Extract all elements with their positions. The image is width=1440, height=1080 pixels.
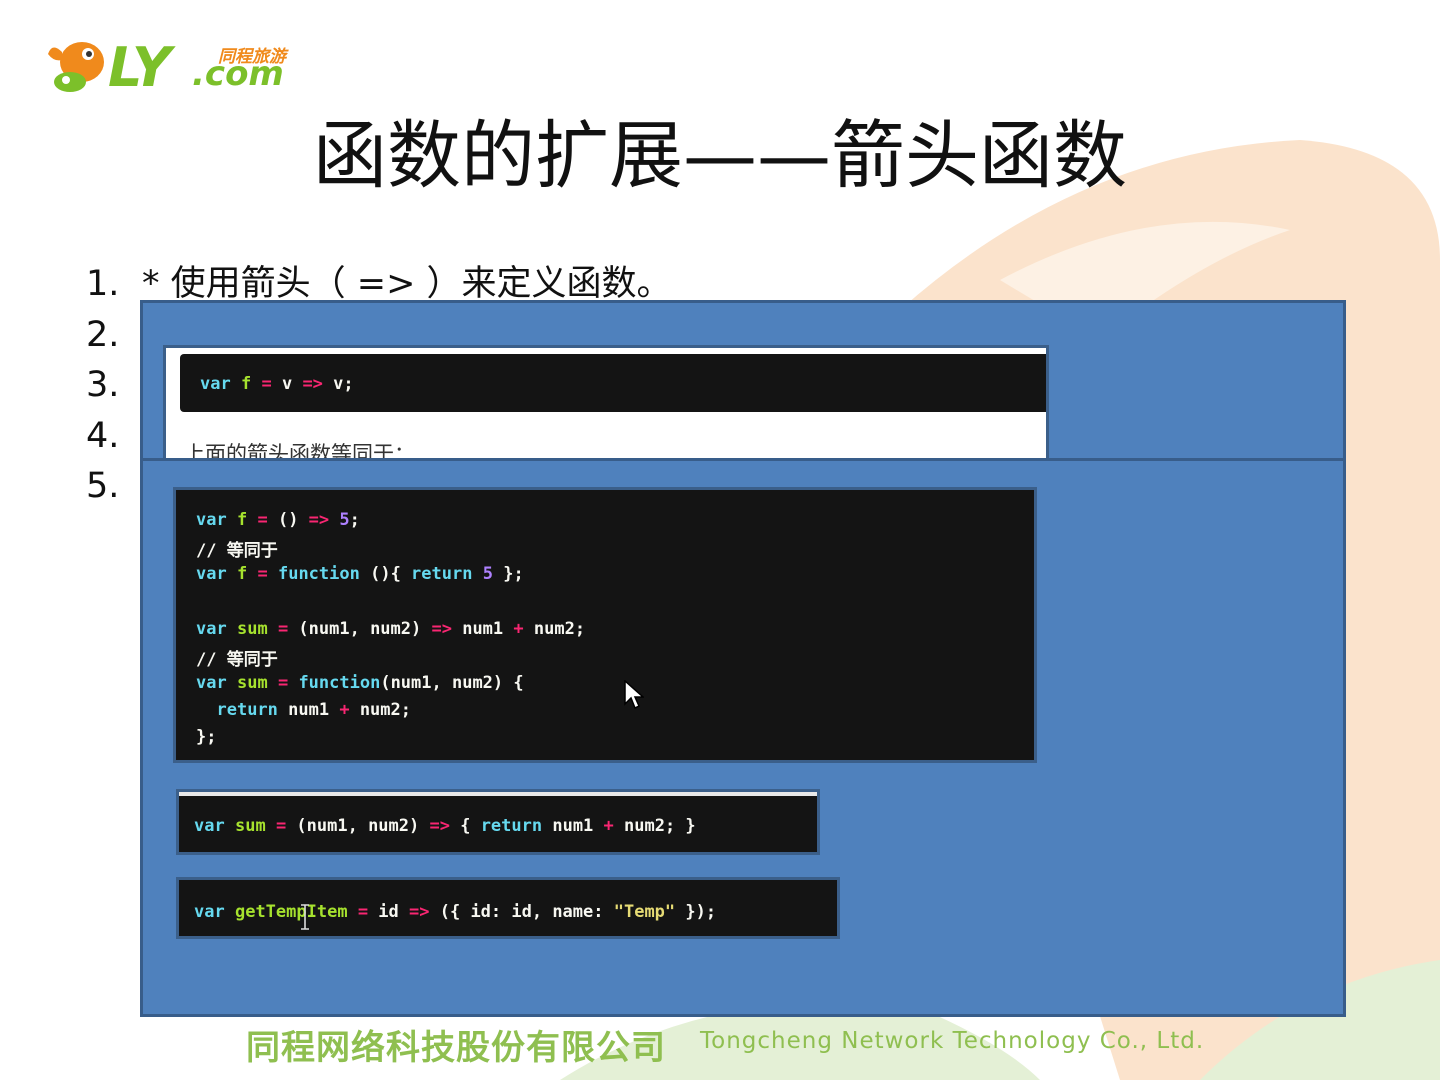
slide-title: 函数的扩展——箭头函数 [313,113,1127,199]
code-line: var sum = (num1, num2) => num1 + num2; [196,619,586,639]
divider [179,792,817,796]
code-comment: // 等同于 [196,650,278,670]
code-comment: // 等同于 [196,541,278,561]
code-line: var f = () => 5; [196,510,360,530]
bullet-number: 1. [86,264,120,304]
bullet-number: 2. [86,314,120,355]
company-logo: LY 同程旅游 .com [46,30,306,102]
footer-company-en: Tongcheng Network Technology Co., Ltd. [700,1028,1205,1054]
code-panel-top[interactable]: var f = v => v; 上面的箭头函数等同于： [140,300,1346,465]
logo-brand-text: LY [108,36,171,99]
bullet-number: 3. [86,365,120,405]
code-screenshot-big: var f = () => 5; // 等同于 var f = function… [173,487,1037,763]
bullet-number: 5. [86,466,120,506]
logo-domain-text: .com [192,54,284,94]
footer: 同程网络科技股份有限公司 Tongcheng Network Technolog… [0,1018,1440,1068]
fish-logo-icon [48,42,104,92]
code-screenshot-top: var f = v => v; 上面的箭头函数等同于： [163,345,1049,465]
code-line: }; [196,727,217,747]
code-screenshot-sum: var sum = (num1, num2) => { return num1 … [176,789,820,855]
code-block: var f = v => v; [180,354,1046,412]
code-line: var f = function (){ return 5 }; [196,564,524,584]
code-line: var f = v => v; [200,374,354,394]
footer-company-cn: 同程网络科技股份有限公司 [246,1028,666,1068]
text-cursor-icon [301,904,309,930]
code-line: var getTempItem = id => ({ id: id, name:… [194,902,717,922]
code-panel-main[interactable]: var f = () => 5; // 等同于 var f = function… [140,458,1346,1017]
code-line: var sum = (num1, num2) => { return num1 … [194,816,696,836]
code-line: return num1 + num2; [216,700,411,720]
mouse-pointer-icon [624,680,644,710]
code-screenshot-temp: var getTempItem = id => ({ id: id, name:… [176,877,840,939]
code-line: var sum = function(num1, num2) { [196,673,524,693]
bullet-number: 4. [86,415,120,456]
